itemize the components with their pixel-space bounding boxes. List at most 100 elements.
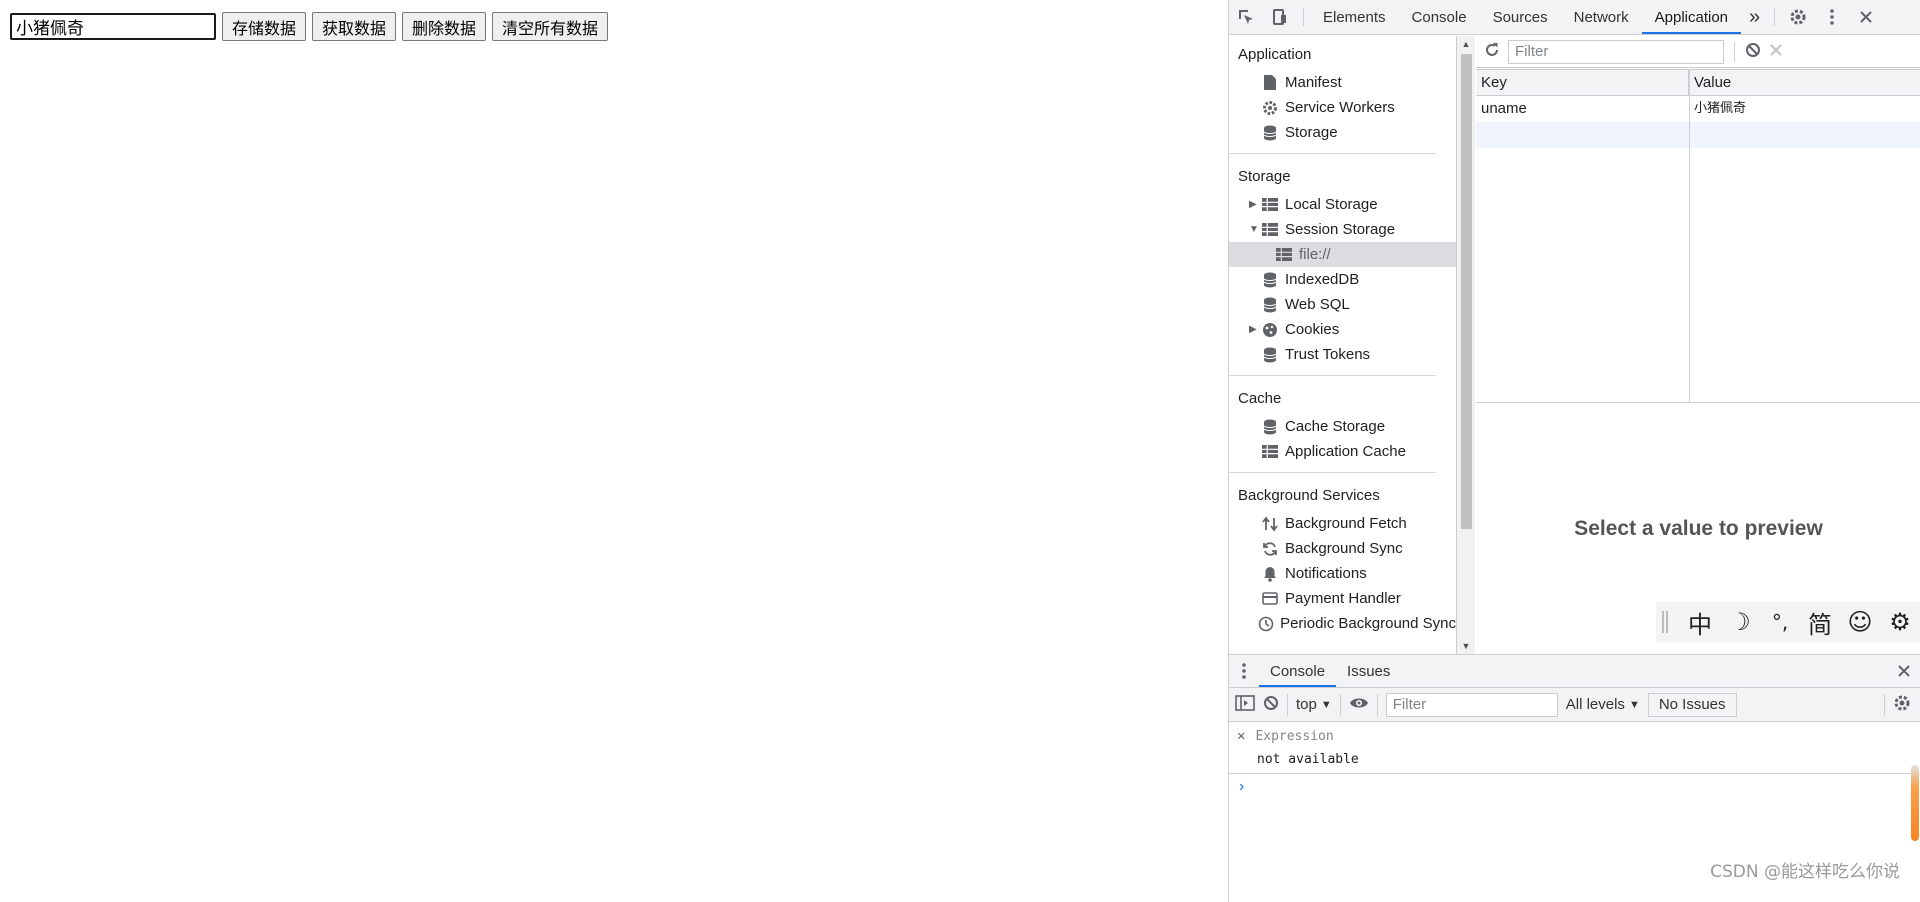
sidebar-item-label: Storage [1285, 124, 1338, 141]
console-filter-input[interactable]: Filter [1385, 692, 1558, 717]
tab-sources[interactable]: Sources [1480, 0, 1561, 34]
ime-punctuation-icon[interactable]: °, [1762, 610, 1798, 634]
row-value[interactable]: 小猪佩奇 [1689, 96, 1920, 122]
sidebar-item-label: Service Workers [1285, 99, 1395, 116]
drawer-tab-console[interactable]: Console [1259, 655, 1337, 687]
sidebar-item-web-sql[interactable]: Web SQL [1229, 292, 1456, 317]
sidebar-item-manifest[interactable]: Manifest [1229, 70, 1456, 95]
clear-console-icon[interactable] [1263, 695, 1279, 715]
row-key[interactable]: uname [1476, 96, 1689, 122]
tab-network[interactable]: Network [1561, 0, 1642, 34]
prompt-chevron-icon: › [1239, 778, 1245, 795]
expand-arrow-icon[interactable]: ▶ [1249, 199, 1261, 210]
column-header-value[interactable]: Value [1689, 70, 1920, 95]
table-icon [1275, 247, 1293, 263]
table-row[interactable]: uname 小猪佩奇 [1476, 96, 1920, 122]
sidebar-item-label: Cache Storage [1285, 418, 1386, 435]
csdn-watermark: CSDN @能这样吃么你说 [1710, 862, 1900, 882]
collapse-arrow-icon[interactable]: ▼ [1249, 224, 1261, 235]
ime-settings-gear-icon[interactable]: ⚙ [1882, 608, 1918, 636]
ime-simplified-icon[interactable]: 简 [1802, 605, 1838, 640]
sidebar-item-payment-handler[interactable]: Payment Handler [1229, 586, 1456, 611]
get-data-button[interactable]: 获取数据 [312, 12, 397, 41]
expression-label[interactable]: Expression [1255, 729, 1333, 744]
console-prompt[interactable]: › [1229, 774, 1920, 800]
sidebar-item-trust-tokens[interactable]: Trust Tokens [1229, 342, 1456, 367]
ime-chinese-mode-icon[interactable]: 中 [1682, 605, 1718, 640]
clear-all-button[interactable]: 清空所有数据 [492, 12, 609, 41]
device-toolbar-icon[interactable] [1263, 0, 1297, 34]
drawer-menu-icon[interactable] [1229, 655, 1259, 687]
sidebar-item-label: Session Storage [1285, 221, 1396, 238]
sidebar-scrollbar[interactable]: ▲ ▼ [1457, 36, 1475, 654]
database-icon [1261, 272, 1279, 288]
expression-value: not available [1257, 752, 1359, 767]
key-value-table: Key Value uname 小猪佩奇 [1476, 69, 1920, 403]
sidebar-item-application-cache[interactable]: Application Cache [1229, 439, 1456, 464]
drawer-tabbar: Console Issues [1229, 655, 1920, 688]
sidebar-item-cache-storage[interactable]: Cache Storage [1229, 414, 1456, 439]
sidebar-item-storage[interactable]: Storage [1229, 120, 1456, 145]
sidebar-item-periodic-background-sync[interactable]: Periodic Background Sync [1229, 611, 1456, 636]
sidebar-item-background-fetch[interactable]: Background Fetch [1229, 511, 1456, 536]
sidebar-item-label: file:// [1299, 246, 1331, 263]
context-selector[interactable]: top ▼ [1296, 696, 1332, 713]
clear-all-icon[interactable] [1745, 42, 1761, 62]
scroll-up-arrow-icon[interactable]: ▲ [1457, 36, 1475, 52]
remove-data-button[interactable]: 删除数据 [402, 12, 487, 41]
sidebar-item-session-file[interactable]: file:// [1229, 242, 1456, 267]
sidebar-item-session-storage[interactable]: ▼ Session Storage [1229, 217, 1456, 242]
more-tabs-button[interactable]: » [1741, 0, 1768, 34]
log-levels-dropdown[interactable]: All levels ▼ [1566, 696, 1640, 713]
storage-toolbar: Filter [1476, 36, 1920, 68]
expand-arrow-icon[interactable]: ▶ [1249, 324, 1261, 335]
scroll-down-arrow-icon[interactable]: ▼ [1457, 638, 1475, 654]
delete-selected-icon[interactable] [1769, 43, 1783, 61]
sidebar-item-local-storage[interactable]: ▶ Local Storage [1229, 192, 1456, 217]
sidebar-item-notifications[interactable]: Notifications [1229, 561, 1456, 586]
ime-moon-icon[interactable]: ☽ [1722, 608, 1758, 636]
section-title-application: Application [1238, 46, 1312, 63]
gear-icon [1261, 100, 1279, 116]
console-toolbar-divider [1884, 693, 1885, 716]
remove-expression-icon[interactable]: ✕ [1237, 728, 1245, 744]
sidebar-item-cookies[interactable]: ▶ Cookies [1229, 317, 1456, 342]
store-data-button[interactable]: 存储数据 [222, 12, 307, 41]
ime-drag-handle[interactable] [1662, 611, 1668, 633]
sidebar-item-background-sync[interactable]: Background Sync [1229, 536, 1456, 561]
ime-emoji-icon[interactable]: ☺ [1842, 608, 1878, 636]
close-devtools-icon[interactable] [1849, 0, 1883, 34]
tab-elements[interactable]: Elements [1310, 0, 1399, 34]
console-settings-gear-icon[interactable] [1893, 694, 1911, 716]
inspect-element-icon[interactable] [1229, 0, 1263, 34]
kebab-menu-icon[interactable] [1815, 0, 1849, 34]
column-header-key[interactable]: Key [1476, 70, 1689, 95]
sidebar-item-label: Payment Handler [1285, 590, 1401, 607]
log-levels-label: All levels [1565, 696, 1625, 713]
sidebar-item-label: Cookies [1285, 321, 1340, 338]
drawer-tab-issues[interactable]: Issues [1336, 655, 1401, 687]
sidebar-item-label: Local Storage [1285, 196, 1378, 213]
refresh-icon[interactable] [1484, 42, 1500, 62]
uname-input[interactable] [10, 13, 216, 40]
tab-application[interactable]: Application [1641, 0, 1742, 34]
sidebar-toggle-icon[interactable] [1235, 694, 1255, 715]
sidebar-item-service-workers[interactable]: Service Workers [1229, 95, 1456, 120]
live-expression-eye-icon[interactable] [1349, 696, 1369, 714]
sidebar-item-indexeddb[interactable]: IndexedDB [1229, 267, 1456, 292]
table-icon [1261, 222, 1279, 238]
no-issues-button[interactable]: No Issues [1647, 692, 1737, 717]
close-drawer-icon[interactable] [1887, 655, 1920, 687]
sidebar-item-label: Background Sync [1285, 540, 1403, 557]
cookie-icon [1261, 322, 1279, 338]
console-scrollbar[interactable] [1911, 765, 1919, 841]
updown-icon [1261, 516, 1279, 532]
sidebar-item-label: IndexedDB [1285, 271, 1360, 288]
storage-filter-input[interactable]: Filter [1508, 39, 1724, 64]
settings-gear-icon[interactable] [1781, 0, 1815, 34]
column-divider[interactable] [1689, 70, 1690, 402]
sidebar-item-label: Application Cache [1285, 443, 1406, 460]
tab-console[interactable]: Console [1399, 0, 1480, 34]
sidebar-scrollbar-thumb[interactable] [1461, 54, 1472, 529]
table-row-empty[interactable] [1476, 122, 1920, 148]
